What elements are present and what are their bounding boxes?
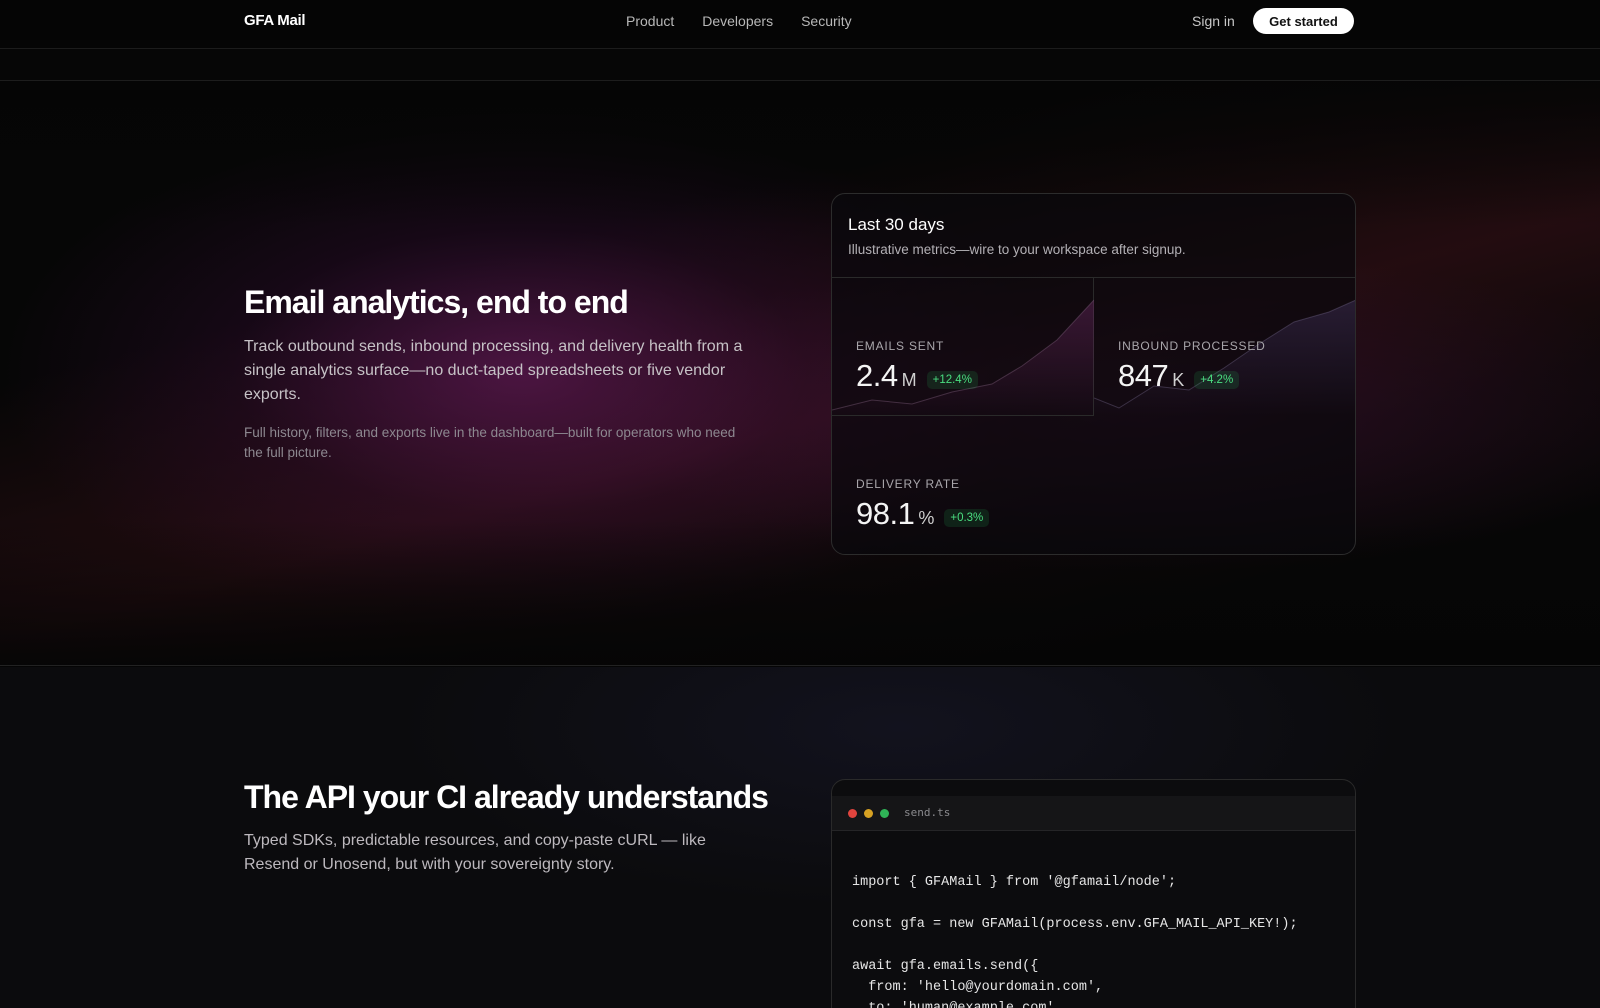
hero-title: Email analytics, end to end (244, 284, 629, 320)
get-started-button[interactable]: Get started (1253, 8, 1354, 34)
window-maximize-dot-icon (880, 809, 889, 818)
metric-delta-badge: +4.2% (1194, 371, 1240, 389)
metrics-card: Last 30 days Illustrative metrics—wire t… (831, 193, 1356, 555)
nav-links: Product Developers Security (626, 13, 852, 29)
metric-value-row: 847 K +4.2% (1118, 358, 1240, 394)
metric-value: 2.4 (856, 358, 898, 393)
nav-link-product[interactable]: Product (626, 13, 674, 29)
hero-subtext: Full history, filters, and exports live … (244, 425, 736, 460)
sub-bar (0, 49, 1600, 81)
metrics-card-title: Last 30 days (848, 215, 945, 234)
metric-emails-sent: EMAILS SENT 2.4 M +12.4% (832, 278, 1094, 416)
metrics-card-header: Last 30 days Illustrative metrics—wire t… (832, 194, 1355, 278)
metric-unit: M (901, 370, 917, 390)
code-window: send.ts import { GFAMail } from '@gfamai… (831, 779, 1356, 1008)
api-background-glow (0, 667, 1600, 1008)
sign-in-link[interactable]: Sign in (1192, 13, 1235, 29)
metric-label: DELIVERY RATE (856, 477, 960, 491)
api-section: The API your CI already understands Type… (0, 667, 1600, 1008)
metric-value-row: 2.4 M +12.4% (856, 358, 978, 394)
metric-delta-badge: +12.4% (926, 371, 978, 389)
metric-label: EMAILS SENT (856, 339, 945, 353)
metric-value: 98.1 (856, 496, 915, 531)
top-nav: GFA Mail Product Developers Security Sig… (0, 0, 1600, 49)
hero-lead: Track outbound sends, inbound processing… (244, 338, 743, 403)
hero-background-shade (0, 81, 1600, 665)
nav-link-developers[interactable]: Developers (702, 13, 773, 29)
window-minimize-dot-icon (864, 809, 873, 818)
metric-delivery-rate: DELIVERY RATE 98.1 % +0.3% (832, 416, 1094, 554)
logo[interactable]: GFA Mail (244, 12, 306, 29)
metric-label: INBOUND PROCESSED (1118, 339, 1266, 353)
metric-inbound-processed: INBOUND PROCESSED 847 K +4.2% (1094, 278, 1355, 416)
api-title: The API your CI already understands (244, 779, 769, 815)
code-snippet[interactable]: import { GFAMail } from '@gfamail/node';… (852, 872, 1298, 1008)
metric-unit: K (1172, 370, 1185, 390)
hero-section: Email analytics, end to end Track outbou… (0, 81, 1600, 666)
metric-delta-badge: +0.3% (944, 509, 990, 527)
code-window-titlebar: send.ts (832, 796, 1355, 831)
nav-link-security[interactable]: Security (801, 13, 852, 29)
metric-value: 847 (1118, 358, 1169, 393)
metrics-card-description: Illustrative metrics—wire to your worksp… (848, 242, 1186, 257)
code-filename: send.ts (904, 806, 951, 819)
api-lead: Typed SDKs, predictable resources, and c… (244, 832, 706, 873)
metric-unit: % (918, 508, 935, 528)
window-close-dot-icon (848, 809, 857, 818)
metric-value-row: 98.1 % +0.3% (856, 496, 990, 532)
